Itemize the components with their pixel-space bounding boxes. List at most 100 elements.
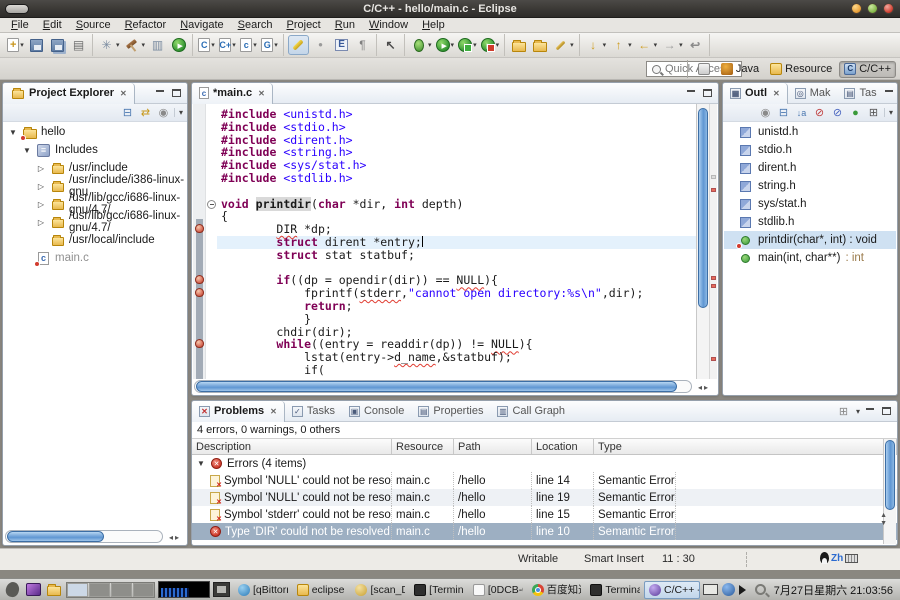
next-annotation-button[interactable]: ▾	[584, 35, 608, 55]
focus-icon[interactable]: ◉	[758, 105, 773, 120]
close-tab-icon[interactable]: ✕	[120, 89, 127, 98]
perspective-resource-button[interactable]: Resource	[766, 61, 836, 78]
collapse-all-icon[interactable]: ⊟	[776, 105, 791, 120]
collapse-all-icon[interactable]: ⊟	[120, 105, 135, 120]
media-app-launcher[interactable]	[24, 581, 42, 599]
menu-source[interactable]: Source	[69, 19, 118, 31]
last-edit-button[interactable]	[686, 35, 705, 55]
run-button[interactable]: ▾	[435, 35, 456, 55]
tray-volume-icon[interactable]	[739, 585, 751, 595]
print-button[interactable]	[69, 35, 88, 55]
workspace-3[interactable]	[111, 583, 132, 597]
outline-item[interactable]: string.h	[724, 177, 896, 195]
new-class-button[interactable]: G▾	[260, 35, 279, 55]
taskbar-window-button[interactable]: [Terminal]	[409, 581, 465, 599]
group-expander-icon[interactable]: ▼	[196, 459, 206, 468]
minimize-editor-icon[interactable]	[686, 88, 697, 98]
expander-icon[interactable]: ▷	[36, 164, 46, 173]
input-method-indicator[interactable]: Zh	[820, 552, 858, 564]
workspace-pager[interactable]	[66, 582, 155, 598]
tray-search-icon[interactable]	[755, 584, 766, 595]
maximize-editor-icon[interactable]	[702, 88, 713, 98]
run-coverage-button[interactable]: ▾	[457, 35, 478, 55]
taskbar-window-button[interactable]: C/C++ - ...	[644, 581, 700, 599]
tree-item--usr-lib-gcc-i686-linux-gnu-4-7-[interactable]: ▷/usr/lib/gcc/i686-linux-gnu/4.7/	[4, 213, 186, 231]
profile-button[interactable]: ▾	[480, 35, 501, 55]
close-window-icon[interactable]	[883, 3, 894, 14]
sort-icon[interactable]: ↓a	[794, 105, 809, 120]
taskbar-window-button[interactable]: Terminal	[585, 581, 641, 599]
include-browser-button[interactable]	[332, 35, 351, 55]
prev-annotation-button[interactable]: ▾	[609, 35, 633, 55]
perspective-open-perspective-button[interactable]	[694, 61, 714, 78]
workspace-4[interactable]	[133, 583, 154, 597]
error-mark-icon[interactable]	[711, 357, 716, 361]
editor-hscroll-arrows-icon[interactable]: ◂▸	[698, 383, 710, 392]
editor-vscrollbar[interactable]	[696, 104, 709, 379]
problems-scroll-arrows-icon[interactable]: ▲▼	[880, 512, 887, 527]
menu-project[interactable]: Project	[280, 19, 328, 31]
window-menu-button[interactable]	[5, 4, 29, 14]
column-header-resource[interactable]: Resource	[392, 439, 454, 454]
collapse-region-icon[interactable]	[207, 200, 216, 209]
workspace-1[interactable]	[67, 583, 88, 597]
focus-icon[interactable]: ◉	[156, 105, 171, 120]
tab-mak[interactable]: ◎Mak	[788, 83, 838, 104]
hscroll-arrows-icon[interactable]: ◂▸	[169, 533, 181, 542]
outline-item[interactable]: dirent.h	[724, 159, 896, 177]
maximize-view-icon[interactable]	[881, 406, 892, 416]
file-manager-launcher[interactable]	[45, 581, 63, 599]
filter-icon[interactable]: ⊞	[836, 404, 851, 419]
editor-hscrollbar[interactable]	[194, 380, 692, 393]
maximize-window-icon[interactable]	[867, 3, 878, 14]
build-button[interactable]: ▾	[123, 35, 147, 55]
problem-row[interactable]: Symbol 'stderr' could not be resolvedmai…	[192, 506, 897, 523]
tree-item-includes[interactable]: ▼≡Includes	[4, 141, 186, 159]
outline-item[interactable]: unistd.h	[724, 123, 896, 141]
expander-icon[interactable]: ▷	[36, 182, 46, 191]
taskbar-window-button[interactable]: eclipse	[292, 581, 348, 599]
problem-row[interactable]: Symbol 'NULL' could not be resolvedmain.…	[192, 489, 897, 506]
view-menu-icon[interactable]: ▾	[174, 108, 183, 117]
outline-item[interactable]: stdio.h	[724, 141, 896, 159]
screenshot-applet[interactable]	[213, 582, 230, 597]
taskbar-window-button[interactable]: [scan_D...	[350, 581, 406, 599]
error-mark-icon[interactable]	[711, 284, 716, 288]
tab-properties[interactable]: ▤Properties	[411, 401, 490, 422]
taskbar-window-button[interactable]: [qBittorr...	[233, 581, 289, 599]
forward-button[interactable]: ▾	[660, 35, 684, 55]
open-folder-button[interactable]	[509, 35, 528, 55]
menu-navigate[interactable]: Navigate	[173, 19, 230, 31]
new-c-source-button[interactable]: C▾	[197, 35, 216, 55]
menu-edit[interactable]: Edit	[36, 19, 69, 31]
menu-file[interactable]: File	[4, 19, 36, 31]
hide-fields-icon[interactable]: ⊘	[812, 105, 827, 120]
gnome-menu-button[interactable]	[3, 581, 21, 599]
debug-button[interactable]: ▾	[409, 35, 433, 55]
tab-problems[interactable]: ✕Problems✕	[192, 401, 285, 422]
close-editor-icon[interactable]: ✕	[258, 89, 265, 98]
tab-outl[interactable]: ▦Outl✕	[723, 83, 788, 104]
column-header-location[interactable]: Location	[532, 439, 594, 454]
tab-tas[interactable]: ▤Tas	[837, 83, 883, 104]
menu-window[interactable]: Window	[362, 19, 415, 31]
tab-main-c[interactable]: c *main.c ✕	[192, 83, 273, 104]
problem-row[interactable]: Type 'DIR' could not be resolvedmain.c/h…	[192, 523, 897, 540]
problem-row[interactable]: Symbol 'NULL' could not be resolvedmain.…	[192, 472, 897, 489]
outline-item[interactable]: sys/stat.h	[724, 195, 896, 213]
mark-occurrences-button[interactable]	[311, 35, 330, 55]
search-brush-button[interactable]: ▾	[551, 35, 575, 55]
taskbar-window-button[interactable]: [0DCB-0...	[468, 581, 524, 599]
column-header-type[interactable]: Type	[594, 439, 897, 454]
expander-icon[interactable]: ▼	[8, 128, 18, 137]
column-header-path[interactable]: Path	[454, 439, 532, 454]
new-cpp-source-button[interactable]: C+▾	[218, 35, 237, 55]
tree-item-main-c[interactable]: cmain.c	[4, 249, 186, 267]
tray-keyboard-icon[interactable]	[703, 584, 718, 595]
menu-run[interactable]: Run	[328, 19, 362, 31]
tab-callgraph[interactable]: ▥Call Graph	[490, 401, 572, 422]
taskbar-clock[interactable]: 7月27日星期六 21:03:56	[770, 582, 897, 598]
build-all-button[interactable]: ▾	[97, 35, 121, 55]
expander-icon[interactable]: ▷	[36, 218, 46, 227]
error-mark-icon[interactable]	[711, 188, 716, 192]
